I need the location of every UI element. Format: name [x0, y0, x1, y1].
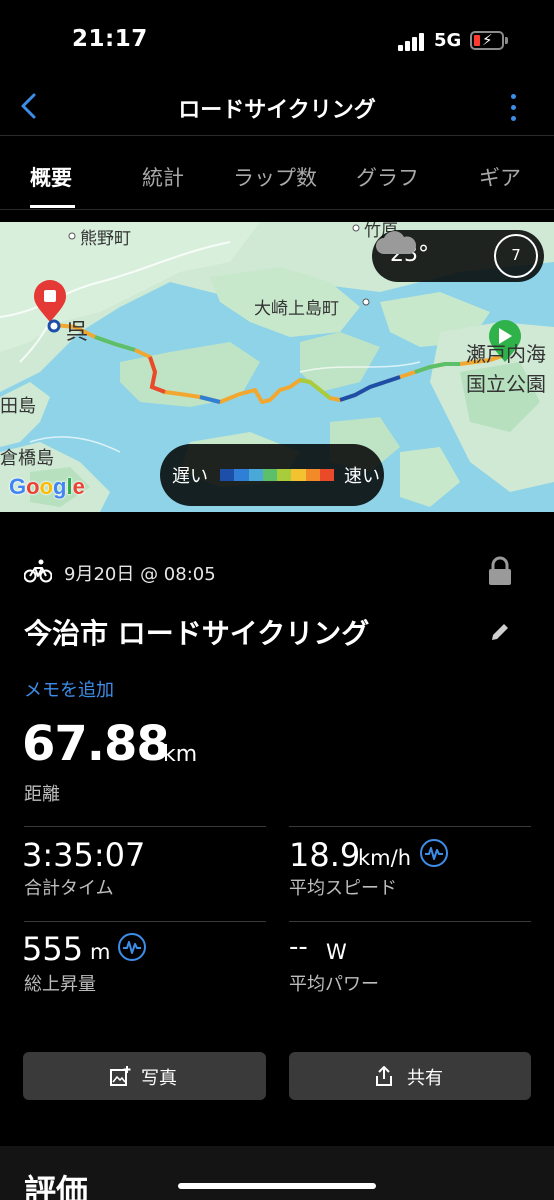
network-label: 5G	[434, 30, 462, 51]
distance-unit: km	[163, 742, 198, 767]
divider	[289, 826, 531, 827]
avg-speed-value: 18.9	[289, 836, 361, 874]
nav-bar: ロードサイクリング	[0, 80, 554, 136]
pulse-icon[interactable]	[420, 839, 448, 867]
avg-power-unit: W	[326, 940, 347, 964]
ascent-label: 総上昇量	[24, 974, 96, 995]
lock-icon[interactable]	[487, 556, 513, 586]
distance-label: 距離	[24, 784, 60, 805]
signal-icon	[398, 33, 426, 51]
map-label-kurahashi: 倉橋島	[0, 448, 54, 469]
divider	[24, 921, 266, 922]
activity-title: 今治市 ロードサイクリング	[24, 617, 370, 650]
bicycle-icon	[24, 559, 52, 583]
avg-power-label: 平均パワー	[289, 974, 379, 995]
speed-legend: 遅い 速い	[160, 444, 384, 506]
wind-speed: 7	[511, 246, 521, 264]
tab-laps[interactable]: ラップ数	[233, 162, 317, 192]
avg-power-value: --	[289, 932, 308, 962]
tab-underline	[30, 205, 75, 208]
legend-fast-label: 速い	[344, 466, 380, 487]
cloud-icon	[376, 231, 417, 254]
legend-color-3	[262, 469, 277, 481]
home-indicator[interactable]	[178, 1183, 376, 1189]
divider	[289, 921, 531, 922]
map-label-osakikamijima: 大崎上島町	[254, 299, 339, 319]
share-button[interactable]: 共有	[289, 1052, 531, 1100]
rating-section-title: 評価	[24, 1172, 89, 1200]
weather-badge: 23° 7	[372, 230, 544, 282]
add-photo-icon	[110, 1066, 131, 1086]
avg-speed-label: 平均スピード	[289, 878, 397, 899]
activity-date: 9月20日 @ 08:05	[64, 564, 216, 585]
share-icon	[376, 1066, 392, 1086]
map-label-seto2: 国立公園	[466, 372, 546, 396]
map-label-ta: 田島	[0, 396, 36, 417]
ascent-unit: m	[90, 940, 111, 964]
pulse-icon[interactable]	[118, 933, 146, 961]
distance-value: 67.88	[22, 716, 170, 772]
battery-icon: ⚡	[470, 31, 504, 50]
legend-color-4	[277, 469, 292, 481]
map-label-kure: 呉	[66, 320, 89, 345]
total-time-value: 3:35:07	[22, 836, 146, 874]
google-logo: Google	[9, 474, 85, 499]
tab-graph[interactable]: グラフ	[356, 162, 419, 192]
wind-direction-icon: 7	[494, 234, 538, 278]
route-map[interactable]: 熊野町 竹原 大崎上島町 呉 瀬戸内海 国立公園 田島 倉橋島 23° 7 遅い…	[0, 222, 554, 512]
status-bar: 21:17 5G ⚡	[0, 0, 554, 80]
share-button-label: 共有	[407, 1068, 443, 1089]
tab-overview[interactable]: 概要	[30, 162, 72, 192]
tab-gear[interactable]: ギア	[479, 162, 521, 192]
avg-speed-unit: km/h	[358, 846, 412, 870]
more-vertical-icon[interactable]	[508, 94, 520, 122]
divider	[24, 826, 266, 827]
legend-color-2	[248, 469, 263, 481]
tab-stats[interactable]: 統計	[142, 162, 184, 192]
legend-color-7	[319, 469, 334, 481]
add-memo-link[interactable]: メモを追加	[24, 676, 114, 702]
legend-color-5	[291, 469, 306, 481]
legend-color-0	[220, 469, 235, 481]
pencil-icon[interactable]	[488, 620, 512, 644]
photo-button-label: 写真	[141, 1068, 177, 1089]
map-label-seto1: 瀬戸内海	[466, 342, 546, 366]
legend-color-6	[305, 469, 320, 481]
ascent-value: 555	[22, 930, 84, 968]
status-time: 21:17	[72, 26, 148, 52]
page-title: ロードサイクリング	[178, 98, 376, 123]
legend-color-bar	[220, 469, 334, 481]
tab-bar: 概要 統計 ラップ数 グラフ ギア	[0, 138, 554, 210]
add-photo-button[interactable]: 写真	[23, 1052, 266, 1100]
map-label-kumano: 熊野町	[80, 229, 131, 249]
legend-slow-label: 遅い	[172, 466, 208, 487]
legend-color-1	[234, 469, 249, 481]
total-time-label: 合計タイム	[24, 878, 114, 899]
